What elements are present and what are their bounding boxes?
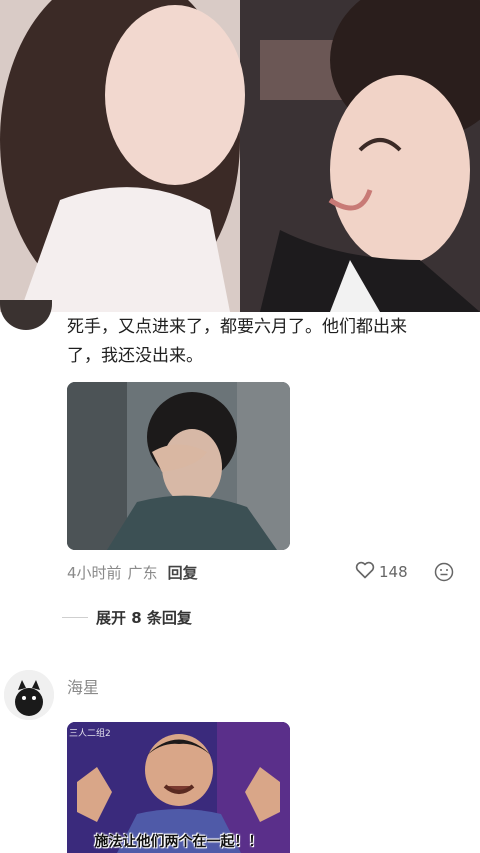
heart-icon	[355, 561, 375, 583]
username[interactable]: 海星	[67, 674, 99, 698]
comment-text: 死手，又点进来了，都要六月了。他们都出来 了，我还没出来。	[67, 313, 467, 371]
reply-button[interactable]: 回复	[168, 562, 198, 583]
like-button[interactable]: 148	[355, 560, 408, 584]
comment-time: 4小时前	[67, 563, 122, 582]
expand-replies-label: 展开 8 条回复	[96, 608, 192, 627]
like-count: 148	[379, 563, 408, 581]
emoji-reaction-icon[interactable]	[434, 562, 454, 582]
comment-text-line: 了，我还没出来。	[67, 346, 203, 366]
divider	[62, 616, 88, 618]
avatar[interactable]	[0, 300, 52, 330]
comment-image[interactable]: 三人二组2 施法让他们两个在一起！！	[67, 722, 290, 853]
comment-image[interactable]	[67, 382, 290, 550]
hero-image	[0, 0, 480, 312]
show-logo: 三人二组2	[69, 729, 111, 739]
comment-text-line: 死手，又点进来了，都要六月了。他们都出来	[67, 317, 407, 337]
image-subtitle: 施法让他们两个在一起！！	[94, 834, 263, 850]
comment-location: 广东	[127, 563, 158, 582]
avatar[interactable]	[4, 670, 54, 720]
expand-replies-button[interactable]: 展开 8 条回复	[62, 605, 192, 629]
